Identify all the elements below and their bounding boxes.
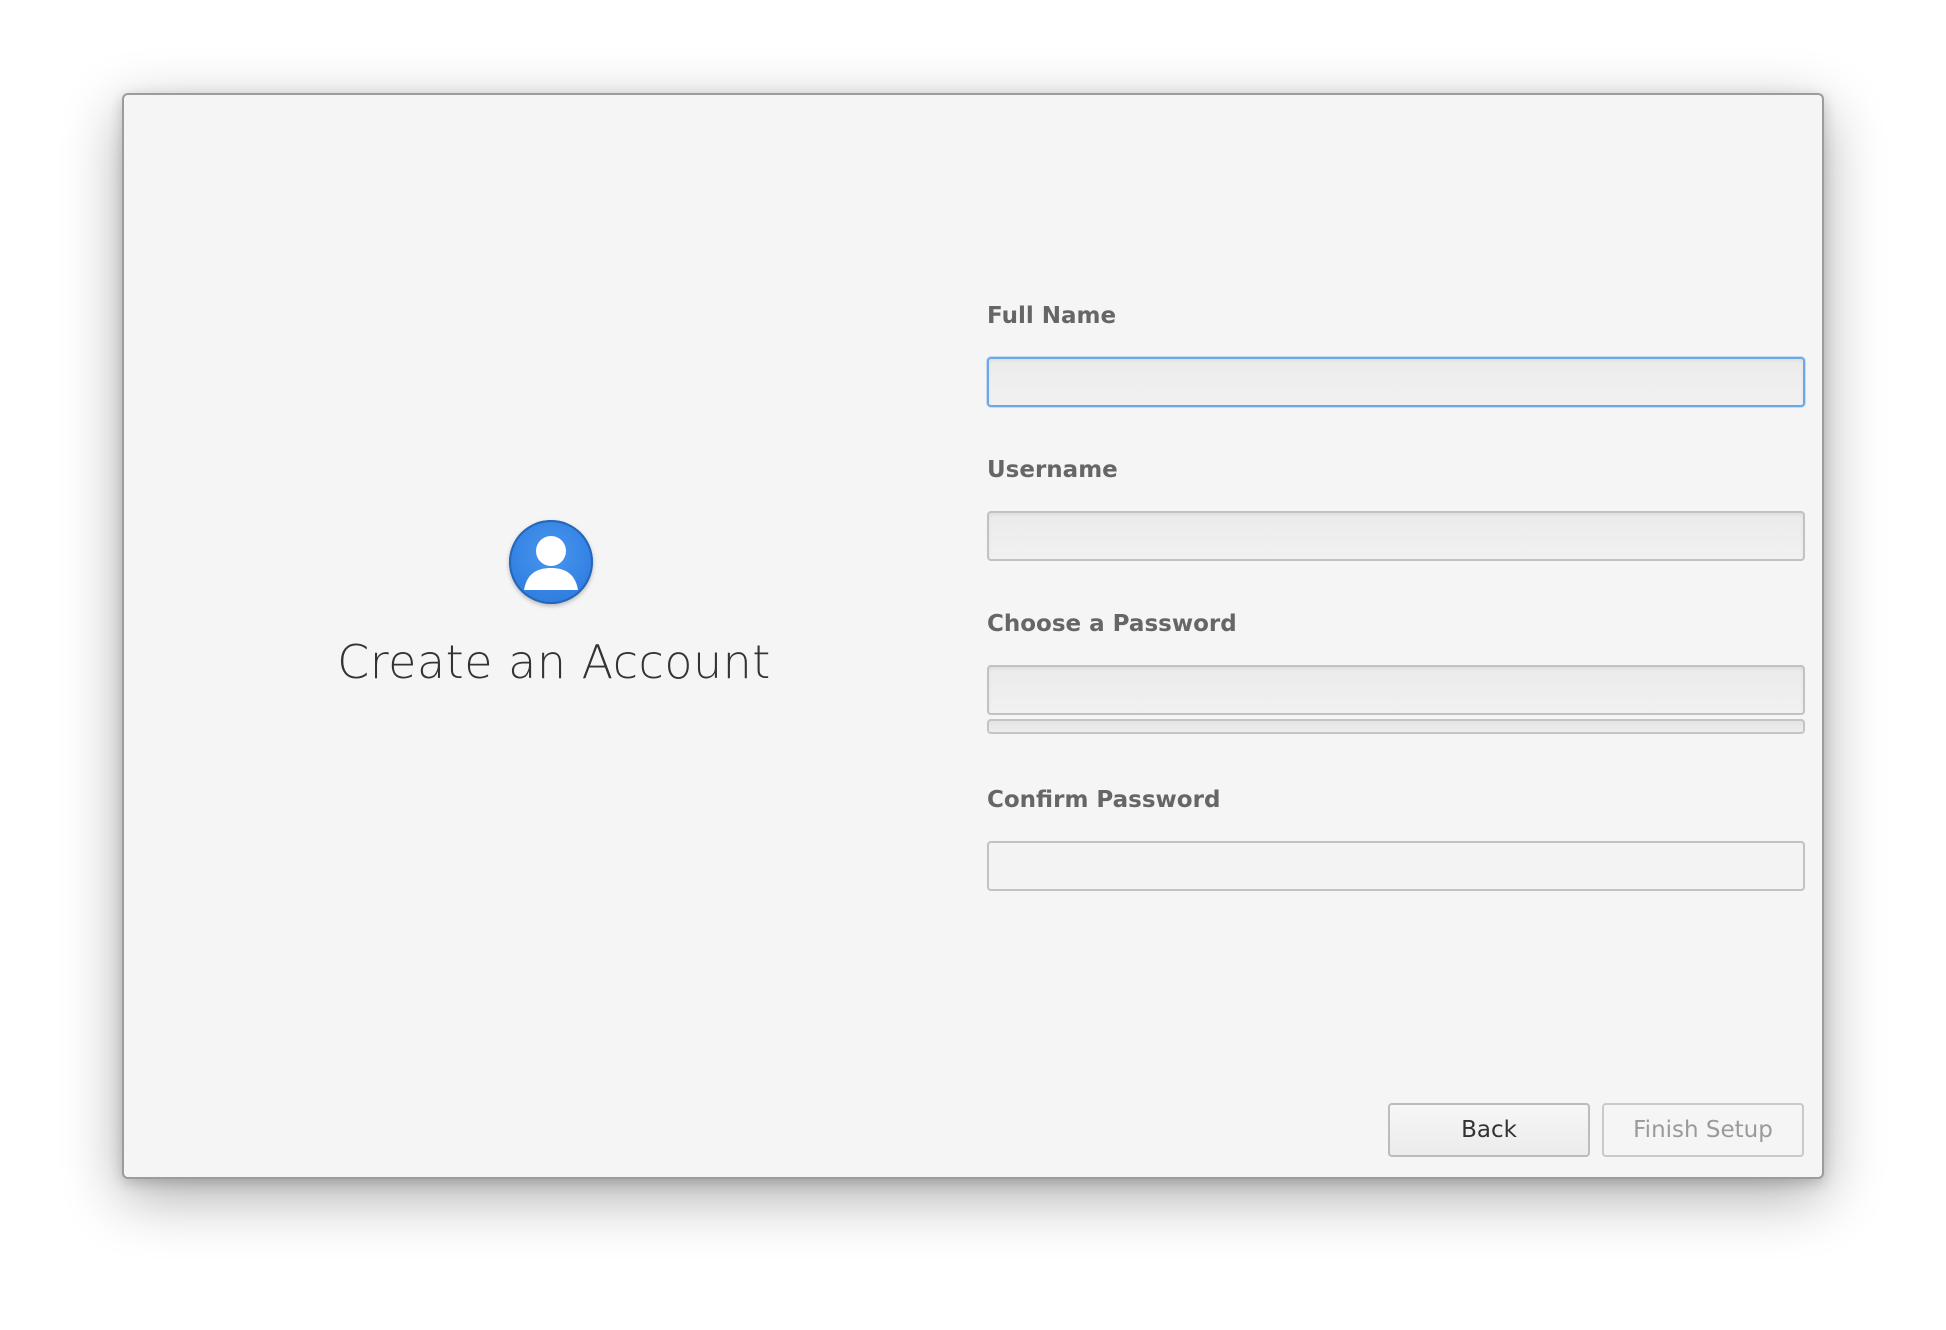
account-setup-window: Create an Account Full Name Username Cho…	[122, 93, 1824, 1179]
confirm-password-input[interactable]	[987, 841, 1805, 891]
username-input[interactable]	[987, 511, 1805, 561]
user-avatar-icon	[509, 520, 593, 604]
back-button[interactable]: Back	[1388, 1103, 1590, 1157]
finish-setup-button[interactable]: Finish Setup	[1602, 1103, 1804, 1157]
choose-password-label: Choose a Password	[987, 611, 1237, 637]
intro-pane: Create an Account	[124, 95, 984, 1177]
confirm-password-label: Confirm Password	[987, 787, 1221, 813]
full-name-label: Full Name	[987, 303, 1117, 329]
page-title: Create an Account	[337, 635, 771, 689]
full-name-input[interactable]	[987, 357, 1805, 407]
password-strength-bar	[987, 719, 1805, 734]
password-input[interactable]	[987, 665, 1805, 715]
username-label: Username	[987, 457, 1118, 483]
